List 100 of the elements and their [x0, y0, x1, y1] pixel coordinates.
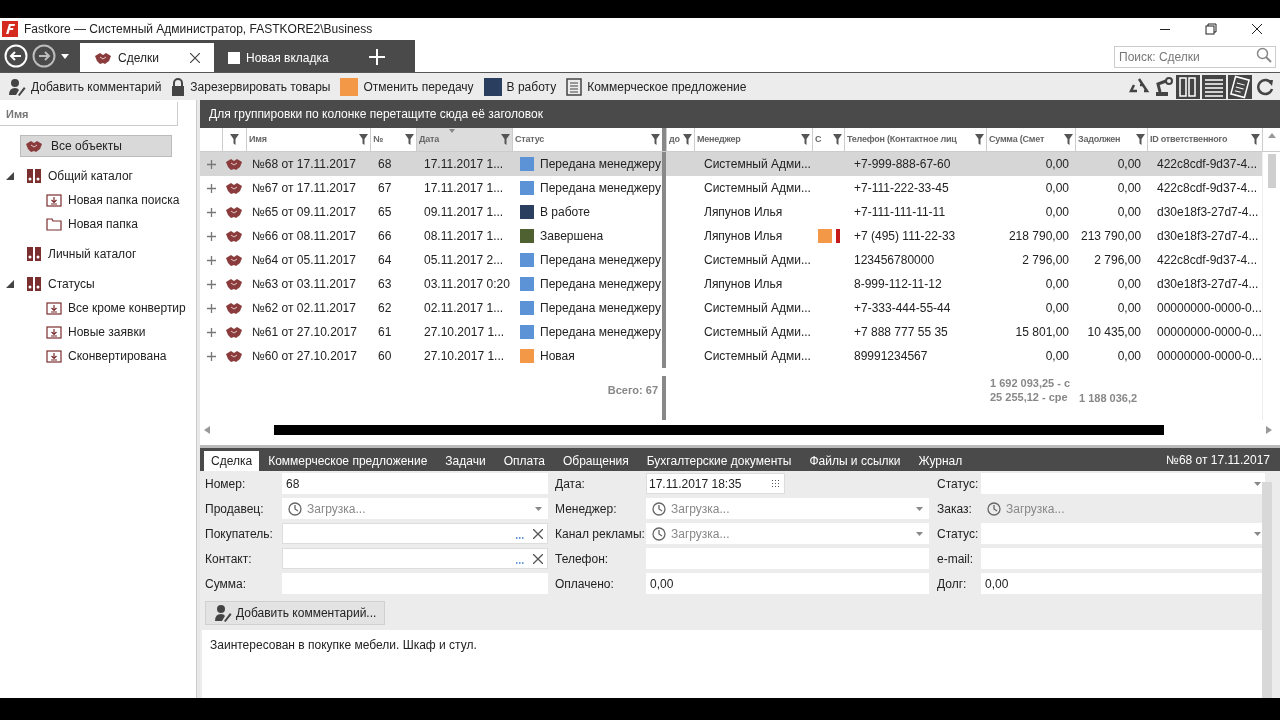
tree-item[interactable]: Сконвертирована	[46, 347, 167, 365]
filter-icon[interactable]	[801, 134, 810, 145]
dropdown-field[interactable]: Загрузка...	[282, 498, 548, 519]
column-header[interactable]: С	[812, 128, 844, 151]
expanded-arrow-icon[interactable]	[6, 172, 14, 180]
filter-icon[interactable]	[501, 134, 510, 145]
close-tab-icon[interactable]	[190, 52, 200, 63]
clear-icon[interactable]	[533, 528, 543, 539]
binders-icon[interactable]	[1176, 74, 1200, 99]
ellipsis-icon[interactable]	[516, 559, 525, 564]
calculator-icon[interactable]	[1228, 74, 1252, 99]
dropdown-caret-icon[interactable]	[60, 52, 70, 60]
tree-item[interactable]: Все кроме конвертир	[46, 299, 186, 317]
tree-item[interactable]: Новые заявки	[46, 323, 146, 341]
table-row[interactable]: №60 от 27.10.2017 60 27.10.2017 1... Новая Системный Адми... 89991234567 0,00 0,00 00000000-0000-0...	[200, 344, 1262, 368]
filter-icon[interactable]	[975, 134, 984, 145]
list-icon[interactable]	[1202, 74, 1226, 99]
expand-plus-icon[interactable]	[206, 255, 216, 265]
table-row[interactable]: №68 от 17.11.2017 68 17.11.2017 1... Передана менеджеру Системный Адми... +7-999-888-67-60 0,00 0,00 422c8cdf-9d37-4...	[200, 152, 1262, 176]
filter-icon[interactable]	[359, 134, 368, 145]
expand-plus-icon[interactable]	[206, 327, 216, 337]
add-tab-icon[interactable]	[368, 48, 386, 66]
tree-item[interactable]: Общий каталог	[26, 167, 133, 185]
column-header[interactable]: Телефон (Контактное лиц	[844, 128, 986, 151]
input-field[interactable]: 68	[282, 473, 548, 494]
detail-tab[interactable]: Бухгалтерские документы	[637, 451, 801, 471]
detail-tab[interactable]: Сделка	[204, 451, 260, 471]
table-row[interactable]: №66 от 08.11.2017 66 08.11.2017 1... Завершена Ляпунов Илья +7 (495) 111-22-33 218 790,00 213 790,00 d30e18f3-27d7-4...	[200, 224, 1262, 248]
ellipsis-icon[interactable]	[516, 534, 525, 539]
filter-icon[interactable]	[1064, 134, 1073, 145]
table-row[interactable]: №62 от 02.11.2017 62 02.11.2017 1... Передана менеджеру Системный Адми... +7-333-444-55-44 0,00 0,00 00000000-0000-0...	[200, 296, 1262, 320]
expand-plus-icon[interactable]	[206, 159, 216, 169]
add-comment-button[interactable]: Добавить комментарий...	[205, 601, 386, 625]
back-button[interactable]	[4, 44, 28, 68]
scroll-right-icon[interactable]	[1266, 426, 1272, 434]
expand-plus-icon[interactable]	[206, 183, 216, 193]
input-field[interactable]	[981, 548, 1265, 569]
forward-button[interactable]	[32, 44, 56, 68]
name-filter-field[interactable]: Имя	[0, 102, 178, 126]
table-row[interactable]: №65 от 09.11.2017 65 09.11.2017 1... В работе Ляпунов Илья +7-111-111-11-11 0,00 0,00 d30e18f3-27d7-4...	[200, 200, 1262, 224]
lookup-field[interactable]	[282, 548, 548, 569]
filter-icon[interactable]	[833, 134, 842, 145]
dropdown-field[interactable]	[981, 523, 1265, 544]
dropdown-field[interactable]: Загрузка...	[646, 523, 929, 544]
scroll-left-icon[interactable]	[204, 426, 210, 434]
calendar-grid-icon[interactable]	[771, 479, 780, 488]
toolbar-button[interactable]: Добавить комментарий	[8, 77, 162, 96]
search-icon[interactable]	[1256, 47, 1272, 63]
filter-icon[interactable]	[1251, 134, 1260, 145]
column-header[interactable]: ID ответственного	[1147, 128, 1262, 151]
expand-plus-icon[interactable]	[206, 207, 216, 217]
tree-item[interactable]: Новая папка поиска	[46, 191, 180, 209]
column-header[interactable]: Менеджер	[694, 128, 812, 151]
toolbar-button[interactable]: Коммерческое предложение	[566, 77, 747, 96]
toolbar-button[interactable]: Зарезервировать товары	[171, 77, 331, 96]
table-row[interactable]: №64 от 05.11.2017 64 05.11.2017 2... Передана менеджеру Системный Адми... 123456780000 2 796,00 2 796,00 422c8cdf-9d37-4...	[200, 248, 1262, 272]
dropdown-field[interactable]	[981, 473, 1265, 494]
table-row[interactable]: №61 от 27.10.2017 61 27.10.2017 1... Передана менеджеру Системный Адми... +7 888 777 55 35 15 801,00 10 435,00 00000000-0000-0...	[200, 320, 1262, 344]
dropdown-field[interactable]: Загрузка...	[646, 498, 929, 519]
tab[interactable]: Новая вкладка	[214, 43, 364, 72]
tree-item[interactable]: Новая папка	[46, 215, 138, 233]
detail-tab[interactable]: Обращения	[553, 451, 638, 471]
detail-tab[interactable]: Коммерческое предложение	[259, 451, 437, 471]
tree-item[interactable]: Личный каталог	[26, 245, 137, 263]
date-field[interactable]: 17.11.2017 18:35	[646, 473, 785, 494]
expand-plus-icon[interactable]	[206, 279, 216, 289]
column-header[interactable]: до	[666, 128, 694, 151]
lookup-field[interactable]	[282, 523, 548, 544]
filter-icon[interactable]	[230, 134, 239, 145]
filter-icon[interactable]	[1136, 134, 1145, 145]
clear-icon[interactable]	[533, 553, 543, 564]
table-row[interactable]: №63 от 03.11.2017 63 03.11.2017 0:20 Передана менеджеру Ляпунов Илья 8-999-112-11-12 0,00 0,00 d30e18f3-27d7-4...	[200, 272, 1262, 296]
table-row[interactable]: №67 от 17.11.2017 67 17.11.2017 1... Передана менеджеру Системный Адми... +7-111-222-33-45 0,00 0,00 422c8cdf-9d37-4...	[200, 176, 1262, 200]
scrollbar-thumb[interactable]	[1267, 154, 1276, 188]
detail-tab[interactable]: Файлы и ссылки	[800, 451, 910, 471]
scroll-up-icon[interactable]	[1267, 132, 1276, 138]
expand-plus-icon[interactable]	[206, 351, 216, 361]
form-scrollbar[interactable]	[1262, 482, 1272, 698]
toolbar-button[interactable]: Отменить передачу	[340, 77, 474, 96]
tree-item[interactable]: Статусы	[26, 275, 95, 293]
expand-plus-icon[interactable]	[206, 303, 216, 313]
filter-icon[interactable]	[405, 134, 414, 145]
expanded-arrow-icon[interactable]	[6, 280, 14, 288]
filter-icon[interactable]	[651, 134, 660, 145]
column-header[interactable]: Дата	[416, 128, 512, 151]
expand-plus-icon[interactable]	[206, 231, 216, 241]
input-field[interactable]: 0,00	[646, 573, 929, 594]
tab[interactable]: Сделки	[80, 43, 214, 72]
input-field[interactable]: 0,00	[981, 573, 1265, 594]
column-header[interactable]: Сумма (Смет	[986, 128, 1075, 151]
filter-icon[interactable]	[683, 134, 692, 145]
column-header[interactable]: Имя	[246, 128, 370, 151]
detail-tab[interactable]: Оплата	[494, 451, 554, 471]
detail-tab[interactable]: Журнал	[909, 451, 972, 471]
search-field[interactable]: Поиск: Сделки	[1114, 46, 1276, 68]
column-header[interactable]: Задолжен	[1075, 128, 1147, 151]
tree-item[interactable]: Все объекты	[20, 135, 172, 157]
horizontal-scrollbar-thumb[interactable]	[274, 425, 1164, 435]
detail-tab[interactable]: Задачи	[436, 451, 495, 471]
toolbar-button[interactable]: В работу	[483, 77, 557, 96]
